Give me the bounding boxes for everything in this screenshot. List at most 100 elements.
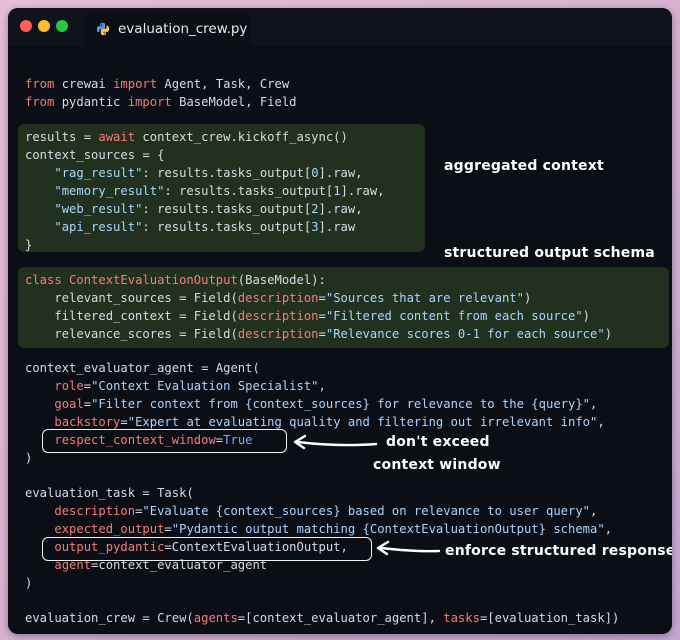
code-token: 2 xyxy=(311,202,319,216)
code-token: : results.tasks_output[ xyxy=(142,202,312,216)
code-token: =[evaluation_task]) xyxy=(479,611,620,625)
respect-context-window-box xyxy=(42,429,287,453)
code-token: ) xyxy=(25,451,33,465)
code-token: import xyxy=(113,77,158,91)
code-token: context_sources = { xyxy=(25,148,165,162)
code-token: "memory_result" xyxy=(54,184,165,198)
code-line: ) xyxy=(25,574,32,592)
code-token: ) xyxy=(604,327,613,341)
code-token: , xyxy=(318,379,326,393)
code-token: goal xyxy=(54,397,84,411)
code-line: evaluation_task = Task( xyxy=(25,484,194,502)
code-token: "web_result" xyxy=(54,202,143,216)
maximize-window-button[interactable] xyxy=(56,20,68,32)
code-token: context_crew.kickoff_async() xyxy=(135,130,348,144)
close-window-button[interactable] xyxy=(20,20,32,32)
code-token: = xyxy=(83,397,92,411)
code-line: context_evaluator_agent = Agent( xyxy=(25,359,260,377)
code-token: crewai xyxy=(54,77,114,91)
code-token: "Filter context from {context_sources} f… xyxy=(91,397,591,411)
code-token: ContextEvaluationOutput xyxy=(69,273,238,287)
title-bar: evaluation_crew.py xyxy=(8,8,672,46)
code-token: = xyxy=(164,522,172,536)
code-line: } xyxy=(25,236,32,254)
annotation-enforce-structured-response: enforce structured response xyxy=(445,543,672,559)
code-token: expected_output xyxy=(54,522,165,536)
code-token: description xyxy=(237,327,319,341)
code-token: description xyxy=(237,291,319,305)
code-token: : results.tasks_output[ xyxy=(164,184,334,198)
code-token: : results.tasks_output[ xyxy=(142,166,312,180)
code-line: relevance_scores = Field(description="Re… xyxy=(25,325,612,343)
code-line: description="Evaluate {context_sources} … xyxy=(25,502,597,520)
code-token: evaluation_task = Task( xyxy=(25,486,194,500)
code-line: expected_output="Pydantic output matchin… xyxy=(25,520,612,538)
code-token: class xyxy=(25,273,62,287)
code-token: =[context_evaluator_agent], xyxy=(237,611,444,625)
code-token: , xyxy=(590,397,598,411)
code-token: relevance_scores = Field( xyxy=(25,327,238,341)
code-token: "Sources that are relevant" xyxy=(325,291,524,305)
arrow-left-icon xyxy=(293,434,378,450)
code-token: , xyxy=(597,415,605,429)
code-line: from pydantic import BaseModel, Field xyxy=(25,93,297,111)
minimize-window-button[interactable] xyxy=(38,20,50,32)
editor-window: evaluation_crew.py from crewai import Ag… xyxy=(8,8,672,634)
code-token: evaluation_crew = Crew( xyxy=(25,611,194,625)
code-token: (BaseModel): xyxy=(237,273,326,287)
code-line: role="Context Evaluation Specialist", xyxy=(25,377,326,395)
code-token: "Pydantic output matching {ContextEvalua… xyxy=(171,522,605,536)
code-line: goal="Filter context from {context_sourc… xyxy=(25,395,597,413)
code-line: "api_result": results.tasks_output[3].ra… xyxy=(25,218,355,236)
code-token: "Evaluate {context_sources} based on rel… xyxy=(142,504,591,518)
code-editor[interactable]: from crewai import Agent, Task, Crew from… xyxy=(8,46,672,634)
code-line: evaluation_crew = Crew(agents=[context_e… xyxy=(25,609,619,627)
code-token: tasks xyxy=(443,611,480,625)
code-token: BaseModel, Field xyxy=(171,95,297,109)
code-token: "rag_result" xyxy=(54,166,143,180)
code-token: role xyxy=(54,379,84,393)
file-tab-label: evaluation_crew.py xyxy=(118,21,248,37)
code-token: ) xyxy=(523,291,532,305)
file-tab[interactable]: evaluation_crew.py xyxy=(84,12,251,46)
code-token: ) xyxy=(25,576,33,590)
code-token: description xyxy=(237,309,319,323)
code-token: await xyxy=(98,130,136,144)
annotation-context-window: context window xyxy=(373,457,501,473)
code-token: context_evaluator_agent = Agent( xyxy=(25,361,260,375)
code-token: ].raw, xyxy=(318,166,363,180)
code-token: = xyxy=(120,415,128,429)
code-token: "Expert at evaluating quality and filter… xyxy=(127,415,598,429)
code-token: backstory xyxy=(54,415,121,429)
code-token: ].raw, xyxy=(318,202,363,216)
code-token: "api_result" xyxy=(54,220,143,234)
code-token: Agent, Task, Crew xyxy=(157,77,290,91)
arrow-left-icon xyxy=(376,540,441,556)
annotation-dont-exceed: don't exceed xyxy=(386,434,490,450)
code-token: = xyxy=(83,379,92,393)
code-line: relevant_sources = Field(description="So… xyxy=(25,289,531,307)
code-token: "Filtered content from each source" xyxy=(325,309,583,323)
python-icon xyxy=(96,22,110,36)
code-token: ) xyxy=(582,309,591,323)
code-token: pydantic xyxy=(54,95,128,109)
code-line: "web_result": results.tasks_output[2].ra… xyxy=(25,200,363,218)
code-token: , xyxy=(604,522,613,536)
code-token: "Relevance scores 0-1 for each source" xyxy=(325,327,605,341)
code-token: 3 xyxy=(311,220,319,234)
code-token: results = xyxy=(25,130,99,144)
code-token: import xyxy=(127,95,172,109)
code-token: = xyxy=(318,291,326,305)
code-token: agents xyxy=(193,611,238,625)
code-line: ) xyxy=(25,449,32,467)
code-line: from crewai import Agent, Task, Crew xyxy=(25,75,289,93)
code-token: 1 xyxy=(333,184,341,198)
